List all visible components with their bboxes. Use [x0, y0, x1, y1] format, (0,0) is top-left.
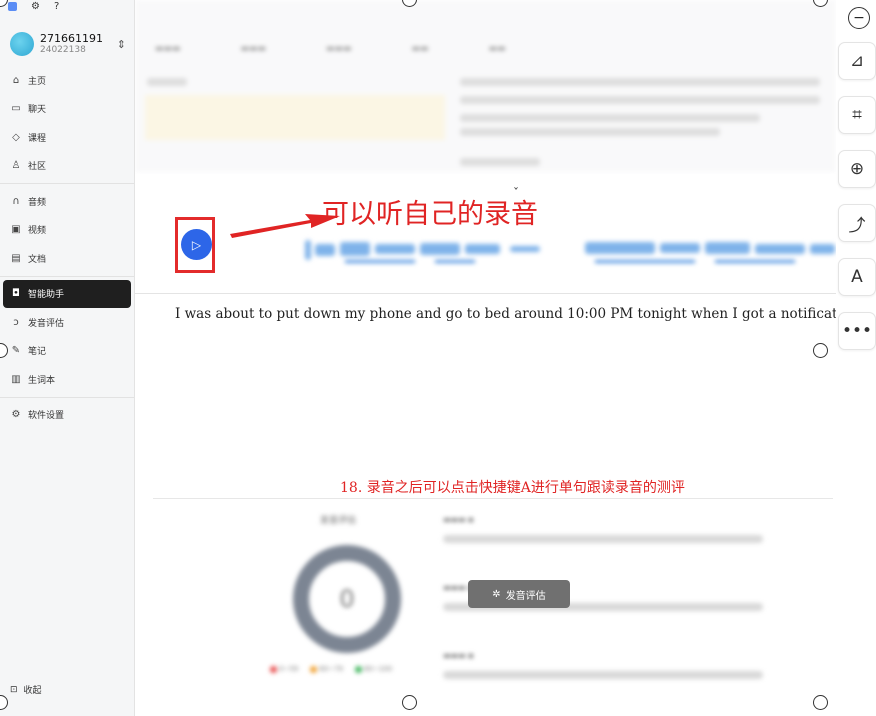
community-icon: ♙ [11, 160, 21, 172]
more-icon: ••• [841, 321, 873, 341]
chevron-updown-icon[interactable]: ⇕ [117, 38, 126, 51]
avatar [10, 32, 34, 56]
play-icon: ▷ [191, 237, 202, 252]
app-logo-icon [8, 1, 17, 11]
collapse-button[interactable]: ⊡ 收起 [10, 683, 42, 697]
sidebar-item-settings[interactable]: ⚙ 软件设置 [0, 401, 134, 430]
user-profile[interactable]: 271661191 24022138 ⇕ [10, 30, 126, 58]
sidebar-item-home[interactable]: ⌂ 主页 [0, 66, 134, 95]
blurred-background-content: ▬▬▬ ▬▬▬ ▬▬▬ ▬▬ ▬▬ [135, 0, 836, 172]
blurred-note [145, 95, 445, 140]
settings-icon: ⚙ [11, 409, 21, 421]
recording-player: ˇ ▷ 可以听自己的录音 [135, 174, 836, 294]
sidebar-nav: ⌂ 主页 ▭ 聊天 ◇ 课程 ♙ 社区 ∩ 音频 ▣ 视频 ▤ 文档 ◘ 智能助手 ↄ 发音评估 … [0, 66, 134, 429]
video-icon: ▣ [11, 224, 21, 236]
resize-handle[interactable] [402, 695, 417, 710]
sidebar-item-audio[interactable]: ∩ 音频 [0, 187, 134, 216]
legend-item: 60~79 [310, 665, 343, 673]
ruler-icon: ⊿ [849, 51, 865, 71]
sidebar-item-video[interactable]: ▣ 视频 [0, 216, 134, 245]
legend-dot-mid [310, 665, 318, 673]
sidebar-item-wordbook[interactable]: ▥ 生词本 [0, 365, 134, 394]
divider [0, 396, 134, 398]
play-recording-button[interactable]: ▷ [181, 229, 212, 260]
crop-icon: ⌗ [852, 105, 862, 125]
divider [0, 275, 134, 277]
rotate-button[interactable]: ⤴ [838, 204, 876, 242]
sidebar-item-course[interactable]: ◇ 课程 [0, 123, 134, 152]
robot-icon: ◘ [12, 288, 20, 300]
score-ring: 0 [293, 545, 401, 653]
text-ocr-icon: A [851, 267, 863, 287]
play-highlight-box: ▷ [175, 217, 215, 273]
legend-item: 80~100 [354, 665, 392, 673]
step-note: 18. 录音之后可以点击快捷键A进行单句跟读录音的测评 [340, 480, 685, 496]
note-icon: ✎ [11, 345, 21, 357]
text-recognition-button[interactable]: A [838, 258, 876, 296]
metric-label: ▬▬▬ ▪ [443, 515, 474, 524]
divider [153, 498, 833, 499]
user-id: 24022138 [40, 45, 86, 55]
score-value: 0 [339, 585, 355, 613]
sidebar-item-assistant[interactable]: ◘ 智能助手 [3, 279, 131, 308]
sidebar: ⚙ ? 271661191 24022138 ⇕ ⌂ 主页 ▭ 聊天 ◇ 课程 ♙ 社区… [0, 0, 135, 716]
resize-handle[interactable] [813, 343, 828, 358]
title-bar-icons: ⚙ ? [8, 0, 59, 12]
metric-bar [443, 535, 763, 543]
rotate-icon: ⤴ [848, 215, 866, 236]
score-legend: 0~59 60~79 80~100 [270, 665, 392, 673]
minimize-button[interactable]: − [848, 7, 870, 29]
zoom-in-button[interactable]: ⊕ [838, 150, 876, 188]
sidebar-item-pronunciation[interactable]: ↄ 发音评估 [0, 308, 134, 337]
course-icon: ◇ [12, 131, 20, 143]
legend-dot-high [354, 665, 362, 673]
user-name: 271661191 [40, 32, 103, 45]
legend-item: 0~59 [270, 665, 298, 673]
divider [0, 183, 134, 184]
minus-icon: − [853, 10, 865, 26]
metric-bar [443, 671, 763, 679]
annotate-tool-button[interactable]: ⊿ [838, 42, 876, 80]
score-title: 发音评估 [320, 516, 357, 526]
sidebar-item-community[interactable]: ♙ 社区 [0, 152, 134, 181]
legend-dot-low [270, 665, 277, 673]
right-toolbar: − ⊿ ⌗ ⊕ ⤴ A ••• [836, 0, 876, 716]
blurred-tabs: ▬▬▬ ▬▬▬ ▬▬▬ ▬▬ ▬▬ [155, 44, 506, 54]
collapse-sidebar-icon: ⊡ [10, 684, 18, 695]
home-icon: ⌂ [12, 74, 20, 86]
loading-spinner-icon: ✲ [492, 588, 501, 600]
sidebar-item-notes[interactable]: ✎ 笔记 [0, 337, 134, 366]
metric-label: ▬▬▬ ▪ [443, 651, 474, 660]
sidebar-item-chat[interactable]: ▭ 聊天 [0, 95, 134, 124]
more-button[interactable]: ••• [838, 312, 876, 350]
zoom-in-icon: ⊕ [849, 159, 865, 179]
loading-toast: ✲ 发音评估 [468, 580, 570, 608]
audio-waveform[interactable] [235, 234, 835, 274]
document-icon: ▤ [11, 252, 21, 264]
wordbook-icon: ▥ [11, 373, 21, 385]
settings-gear-icon[interactable]: ⚙ [31, 1, 40, 12]
help-icon[interactable]: ? [54, 1, 59, 12]
main-content: ▬▬▬ ▬▬▬ ▬▬▬ ▬▬ ▬▬ ˇ ▷ 可以听自己的录音 I was abo… [135, 0, 836, 716]
pronunciation-icon: ↄ [13, 316, 19, 328]
annotation-text: 可以听自己的录音 [322, 199, 538, 230]
chat-icon: ▭ [11, 103, 21, 115]
headphones-icon: ∩ [12, 195, 20, 207]
sidebar-item-document[interactable]: ▤ 文档 [0, 244, 134, 273]
resize-handle[interactable] [813, 695, 828, 710]
sentence-text[interactable]: I was about to put down my phone and go … [175, 306, 836, 322]
crop-tool-button[interactable]: ⌗ [838, 96, 876, 134]
